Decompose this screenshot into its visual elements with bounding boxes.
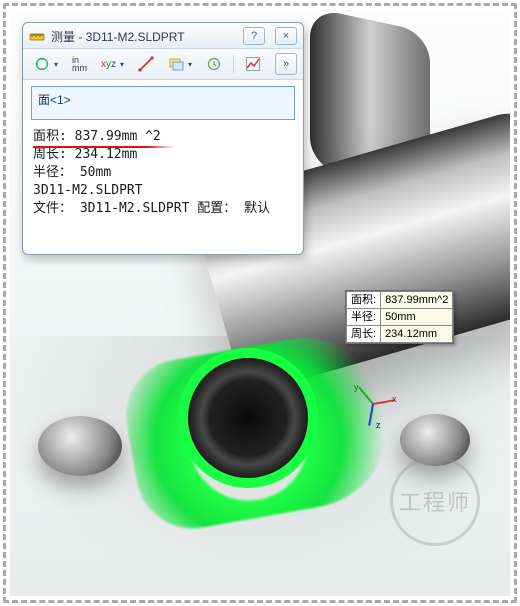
- model-lug-left: [38, 416, 122, 476]
- selection-value: 面<1>: [38, 93, 71, 107]
- result-part: 3D11-M2.SLDPRT: [33, 182, 293, 200]
- xyz-button[interactable]: xyz ▾: [96, 53, 129, 75]
- watermark-text: 工程师: [399, 485, 471, 517]
- measurement-flyout[interactable]: 面积: 837.99mm^2 半径: 50mm 周长: 234.12mm: [345, 290, 454, 344]
- close-button[interactable]: ×: [275, 27, 297, 45]
- sensor-graph-button[interactable]: [240, 53, 266, 75]
- chevron-down-icon: ▾: [54, 60, 58, 69]
- flyout-val: 234.12mm: [381, 326, 453, 343]
- dialog-title: 测量 - 3D11-M2.SLDPRT: [51, 28, 237, 45]
- axis-x-label: x: [392, 394, 397, 404]
- result-area: 面积: 837.99mm ^2: [33, 128, 293, 146]
- measure-dialog[interactable]: 测量 - 3D11-M2.SLDPRT ? × ▾ in mm xyz ▾ ▾: [22, 22, 304, 255]
- dialog-toolbar: ▾ in mm xyz ▾ ▾ »: [23, 49, 303, 80]
- help-button[interactable]: ?: [243, 27, 265, 45]
- arc-measure-icon: [34, 56, 50, 72]
- axis-y-label: y: [354, 382, 359, 392]
- xyz-label: xyz: [101, 59, 116, 70]
- units-button[interactable]: in mm: [67, 53, 92, 75]
- orientation-triad[interactable]: x y z: [348, 378, 398, 428]
- watermark-stamp: 工程师: [390, 456, 480, 546]
- flyout-row: 半径: 50mm: [347, 309, 453, 326]
- projected-icon: [168, 56, 184, 72]
- help-icon: ?: [251, 30, 257, 42]
- flyout-table: 面积: 837.99mm^2 半径: 50mm 周长: 234.12mm: [346, 291, 453, 343]
- axis-y: [358, 387, 374, 405]
- flyout-key: 半径:: [347, 309, 381, 326]
- units-label: in mm: [72, 56, 87, 72]
- selection-field[interactable]: 面<1>: [31, 86, 295, 120]
- graph-icon: [245, 56, 261, 72]
- flyout-val: 837.99mm^2: [381, 292, 453, 309]
- pin-expand-button[interactable]: »: [275, 53, 297, 75]
- result-file: 文件： 3D11-M2.SLDPRT 配置： 默认: [33, 200, 293, 218]
- flyout-row: 周长: 234.12mm: [347, 326, 453, 343]
- measure-icon: [29, 28, 45, 44]
- flyout-key: 周长:: [347, 326, 381, 343]
- chevron-down-icon: ▾: [120, 60, 124, 69]
- arc-measure-button[interactable]: ▾: [29, 53, 63, 75]
- axis-z: [368, 404, 374, 426]
- axis-z-label: z: [376, 420, 381, 430]
- point-to-point-button[interactable]: [133, 53, 159, 75]
- close-icon: ×: [283, 30, 289, 42]
- chevron-down-icon: ▾: [188, 60, 192, 69]
- history-icon: [206, 56, 222, 72]
- flyout-val: 50mm: [381, 309, 453, 326]
- flyout-row: 面积: 837.99mm^2: [347, 292, 453, 309]
- point-to-point-icon: [138, 56, 154, 72]
- result-perimeter: 周长: 234.12mm: [33, 146, 293, 164]
- history-button[interactable]: [201, 53, 227, 75]
- results-panel: 面积: 837.99mm ^2 周长: 234.12mm 半径： 50mm 3D…: [23, 124, 303, 254]
- flyout-key: 面积:: [347, 292, 381, 309]
- projected-button[interactable]: ▾: [163, 53, 197, 75]
- toolbar-separator: [233, 55, 234, 73]
- result-radius: 半径： 50mm: [33, 164, 293, 182]
- dialog-titlebar[interactable]: 测量 - 3D11-M2.SLDPRT ? ×: [23, 23, 303, 49]
- expand-icon: »: [283, 58, 289, 70]
